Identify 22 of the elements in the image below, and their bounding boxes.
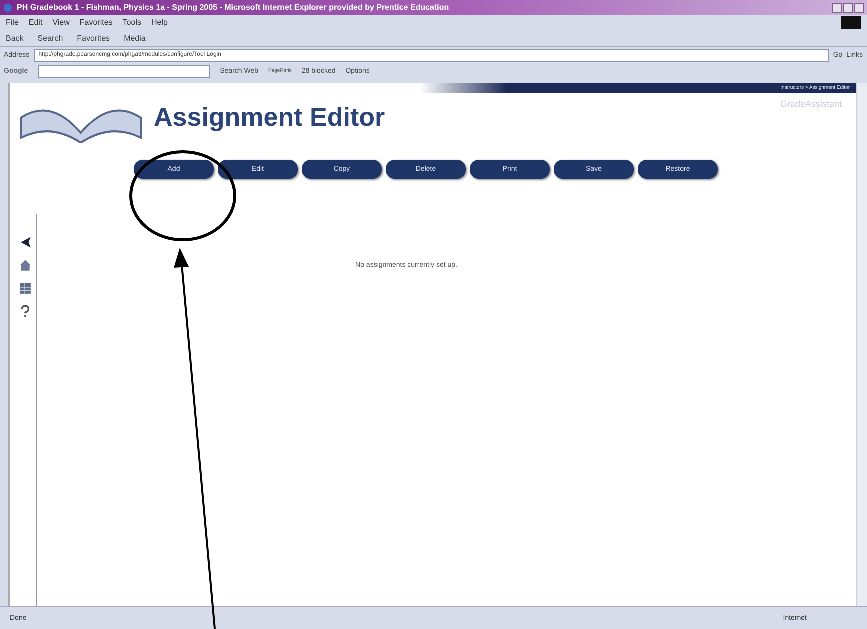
back-arrow-icon[interactable] (18, 236, 32, 249)
minimize-icon[interactable] (832, 2, 842, 12)
help-icon[interactable] (18, 305, 32, 318)
page-title: Assignment Editor (154, 102, 386, 133)
menu-item[interactable]: Help (151, 18, 168, 27)
browser-icon (3, 2, 13, 12)
window-title: PH Gradebook 1 - Fishman, Physics 1a - Spring 2005 - Microsoft Internet Explorer provided by Prentice Education (17, 3, 450, 12)
toolbar-button[interactable]: Favorites (77, 34, 110, 42)
toolbar-button[interactable]: Back (6, 34, 24, 42)
home-icon[interactable] (18, 259, 32, 272)
menu-item[interactable]: File (6, 18, 19, 27)
menu-item[interactable]: Favorites (80, 18, 113, 27)
toolbar-button[interactable]: Search (38, 34, 64, 42)
menu-item[interactable]: Tools (122, 18, 142, 27)
search-field[interactable] (38, 64, 210, 78)
maximize-icon[interactable] (843, 2, 853, 12)
close-icon[interactable] (854, 2, 864, 12)
menu-item[interactable]: View (52, 18, 70, 27)
toolbar-button[interactable]: Media (124, 34, 146, 42)
menu-item[interactable]: Edit (28, 18, 43, 27)
calendar-icon[interactable] (18, 282, 32, 295)
scroll-bar[interactable] (856, 83, 867, 606)
